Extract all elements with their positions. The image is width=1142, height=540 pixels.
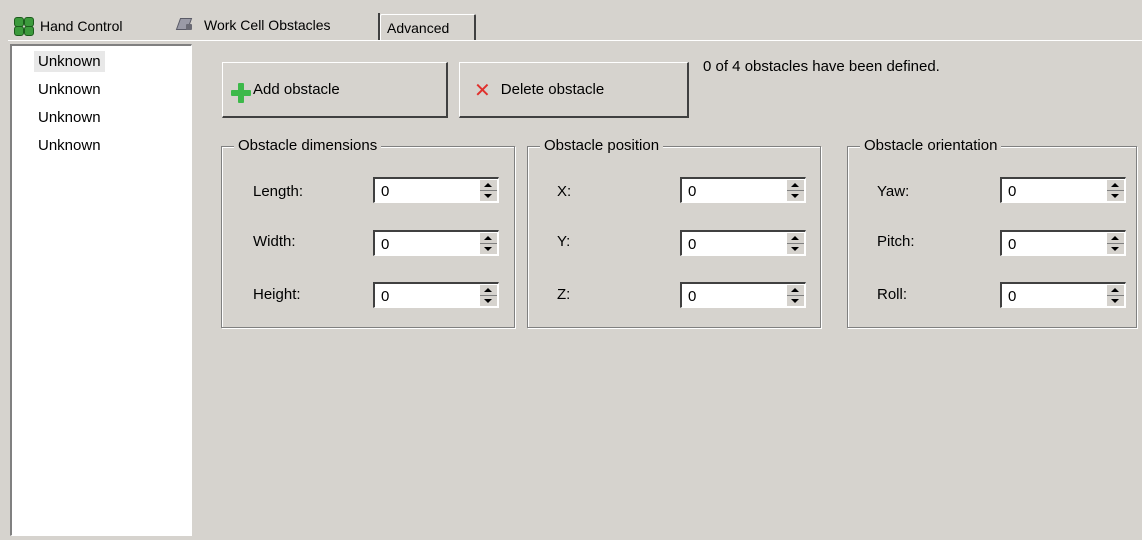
y-value[interactable]: 0: [688, 236, 696, 253]
pitch-label: Pitch:: [877, 233, 915, 250]
yaw-label: Yaw:: [877, 183, 910, 200]
list-item-label: Unknown: [38, 81, 101, 98]
work-cell-icon: [174, 16, 196, 34]
tab-label: Advanced: [387, 19, 450, 36]
spin-up-icon[interactable]: [484, 183, 492, 187]
spin-arrows[interactable]: [1106, 285, 1124, 306]
spin-up-icon[interactable]: [791, 236, 799, 240]
obstacle-orientation-group: Obstacle orientation Yaw: 0 Pitch: 0 Rol…: [847, 137, 1137, 328]
roll-spinner[interactable]: 0: [1000, 282, 1126, 308]
spin-arrows[interactable]: [479, 285, 497, 306]
spin-up-icon[interactable]: [484, 236, 492, 240]
y-spinner[interactable]: 0: [680, 230, 806, 256]
yaw-value[interactable]: 0: [1008, 183, 1016, 200]
spin-arrows[interactable]: [1106, 180, 1124, 201]
divider: [480, 243, 497, 244]
group-title: Obstacle orientation: [860, 137, 1002, 154]
spin-down-icon[interactable]: [1111, 194, 1119, 198]
add-obstacle-label: Add obstacle: [253, 81, 340, 98]
obstacle-list[interactable]: Unknown Unknown Unknown Unknown: [10, 44, 192, 536]
width-value[interactable]: 0: [381, 236, 389, 253]
tab-label: Hand Control: [40, 18, 123, 34]
divider: [1107, 190, 1124, 191]
spin-up-icon[interactable]: [1111, 288, 1119, 292]
panel-border: [8, 40, 1142, 41]
x-label: X:: [557, 183, 572, 200]
plus-icon: [231, 82, 251, 103]
spin-up-icon[interactable]: [791, 288, 799, 292]
height-label: Height:: [253, 286, 301, 303]
spin-arrows[interactable]: [479, 233, 497, 254]
height-value[interactable]: 0: [381, 288, 389, 305]
spin-arrows[interactable]: [479, 180, 497, 201]
hand-control-icon: [14, 17, 34, 36]
x-value[interactable]: 0: [688, 183, 696, 200]
y-label: Y:: [557, 233, 571, 250]
spin-up-icon[interactable]: [484, 288, 492, 292]
spin-arrows[interactable]: [1106, 233, 1124, 254]
list-item[interactable]: Unknown: [12, 104, 191, 132]
spin-arrows[interactable]: [786, 285, 804, 306]
width-spinner[interactable]: 0: [373, 230, 499, 256]
spin-down-icon[interactable]: [791, 194, 799, 198]
spin-up-icon[interactable]: [1111, 183, 1119, 187]
divider: [480, 295, 497, 296]
yaw-spinner[interactable]: 0: [1000, 177, 1126, 203]
obstacle-position-group: Obstacle position X: 0 Y: 0 Z: 0: [527, 137, 821, 328]
roll-value[interactable]: 0: [1008, 288, 1016, 305]
list-item[interactable]: Unknown: [12, 48, 191, 76]
spin-down-icon[interactable]: [484, 247, 492, 251]
group-title: Obstacle position: [540, 137, 664, 154]
add-obstacle-button[interactable]: Add obstacle: [222, 62, 448, 118]
spin-down-icon[interactable]: [484, 194, 492, 198]
height-spinner[interactable]: 0: [373, 282, 499, 308]
divider: [787, 295, 804, 296]
list-item[interactable]: Unknown: [12, 132, 191, 160]
list-item-label: Unknown: [38, 109, 101, 126]
roll-label: Roll:: [877, 286, 908, 303]
spin-down-icon[interactable]: [1111, 247, 1119, 251]
divider: [787, 190, 804, 191]
divider: [1107, 295, 1124, 296]
tab-strip: Hand Control Work Cell Obstacles Advance…: [0, 0, 1142, 41]
spin-arrows[interactable]: [786, 180, 804, 201]
list-item-label: Unknown: [34, 51, 105, 72]
z-label: Z:: [557, 286, 571, 303]
length-spinner[interactable]: 0: [373, 177, 499, 203]
spin-up-icon[interactable]: [791, 183, 799, 187]
pitch-value[interactable]: 0: [1008, 236, 1016, 253]
divider: [1107, 243, 1124, 244]
delete-obstacle-button[interactable]: ✕ Delete obstacle: [459, 62, 689, 118]
x-spinner[interactable]: 0: [680, 177, 806, 203]
delete-obstacle-label: Delete obstacle: [500, 81, 605, 98]
tab-advanced[interactable]: Advanced: [380, 14, 476, 40]
divider: [787, 243, 804, 244]
group-title: Obstacle dimensions: [234, 137, 382, 154]
list-item-label: Unknown: [38, 137, 101, 154]
tab-label: Work Cell Obstacles: [204, 17, 331, 33]
divider: [480, 190, 497, 191]
tab-work-cell-obstacles[interactable]: Work Cell Obstacles: [170, 10, 380, 40]
tab-hand-control[interactable]: Hand Control: [10, 12, 160, 40]
z-spinner[interactable]: 0: [680, 282, 806, 308]
z-value[interactable]: 0: [688, 288, 696, 305]
list-item[interactable]: Unknown: [12, 76, 191, 104]
spin-down-icon[interactable]: [484, 299, 492, 303]
spin-arrows[interactable]: [786, 233, 804, 254]
spin-down-icon[interactable]: [1111, 299, 1119, 303]
length-label: Length:: [253, 183, 304, 200]
spin-up-icon[interactable]: [1111, 236, 1119, 240]
spin-down-icon[interactable]: [791, 247, 799, 251]
status-text: 0 of 4 obstacles have been defined.: [703, 58, 940, 75]
width-label: Width:: [253, 233, 296, 250]
length-value[interactable]: 0: [381, 183, 389, 200]
delete-icon: ✕: [474, 77, 491, 102]
obstacle-dimensions-group: Obstacle dimensions Length: 0 Width: 0 H…: [221, 137, 515, 328]
pitch-spinner[interactable]: 0: [1000, 230, 1126, 256]
spin-down-icon[interactable]: [791, 299, 799, 303]
